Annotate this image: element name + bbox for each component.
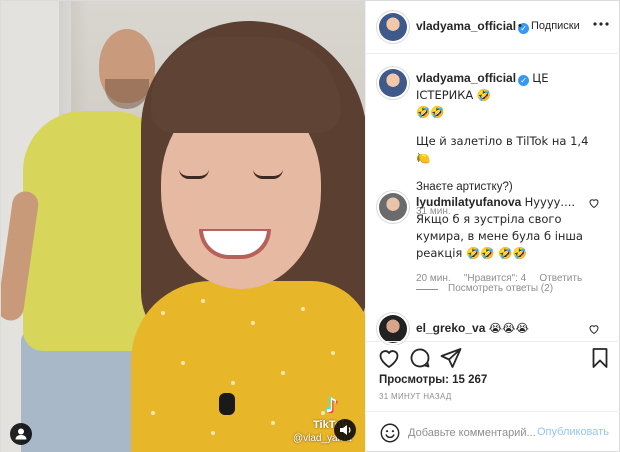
comment-like-icon[interactable] (588, 323, 600, 338)
view-replies-button[interactable]: Посмотреть ответы (2) (448, 283, 553, 294)
clip-microphone (219, 393, 235, 415)
video-man-beard (105, 79, 149, 109)
sound-toggle-button[interactable] (334, 419, 356, 441)
comment-text: el_greko_va 😭😭😭 (416, 320, 601, 337)
caption-username[interactable]: vladyama_official (416, 71, 516, 85)
tagged-users-button[interactable] (10, 423, 32, 445)
header-separator: • (518, 20, 522, 32)
publish-comment-button[interactable]: Опубликовать (537, 426, 609, 438)
comment-like-icon[interactable] (588, 197, 600, 212)
more-options-icon[interactable] (592, 15, 610, 38)
post-timestamp[interactable]: 31 МИНУТ НАЗАД (379, 392, 452, 401)
comments-list[interactable]: vladyama_official ✓ ЦЕ ІСТЕРИКА 🤣 🤣🤣 Ще й… (366, 55, 620, 345)
comment-text: lyudmilatyufanova Нуууу.... Якщо б я зус… (416, 194, 601, 287)
author-username[interactable]: vladyama_official (416, 19, 516, 33)
following-button[interactable]: Подписки (531, 20, 580, 32)
volume-icon (340, 425, 351, 435)
caption-author-avatar[interactable] (379, 69, 407, 97)
like-icon[interactable] (377, 346, 401, 370)
post-video[interactable]: ♪ TikTok @vlad_yama (1, 1, 365, 452)
comment-body: 😭😭😭 (488, 321, 529, 335)
tiktok-logo-icon: ♪ (325, 393, 338, 417)
share-icon[interactable] (439, 346, 463, 370)
instagram-post-modal: ♪ TikTok @vlad_yama vladyama_official ✓ • (0, 0, 620, 452)
caption-line-3: Знаєте артистку?) (416, 181, 513, 193)
caption-line-1b: 🤣🤣 (416, 105, 445, 119)
user-icon (15, 428, 27, 440)
comment-username[interactable]: lyudmilatyufanova (416, 195, 521, 209)
post-actions: Просмотры: 15 267 31 МИНУТ НАЗАД (366, 341, 620, 411)
commenter-avatar[interactable] (379, 193, 407, 221)
post-side-panel: vladyama_official ✓ • Подписки vladyama_o… (365, 1, 620, 452)
emoji-picker-icon[interactable] (379, 422, 401, 444)
post-header: vladyama_official ✓ • Подписки (366, 1, 620, 54)
caption-line-2: Ще й залетіло в TilTok на 1,4🍋 (416, 134, 589, 165)
comment-icon[interactable] (408, 346, 432, 370)
views-count[interactable]: Просмотры: 15 267 (379, 374, 487, 386)
verified-badge-icon: ✓ (518, 75, 530, 86)
add-comment-input[interactable] (408, 423, 536, 443)
replies-divider (416, 289, 438, 290)
commenter-avatar[interactable] (379, 315, 407, 343)
author-avatar[interactable] (379, 13, 407, 41)
add-comment-bar: Опубликовать (366, 411, 620, 452)
comment-time[interactable]: 20 мин. (416, 273, 451, 284)
comment-username[interactable]: el_greko_va (416, 321, 485, 335)
save-bookmark-icon[interactable] (588, 346, 612, 370)
